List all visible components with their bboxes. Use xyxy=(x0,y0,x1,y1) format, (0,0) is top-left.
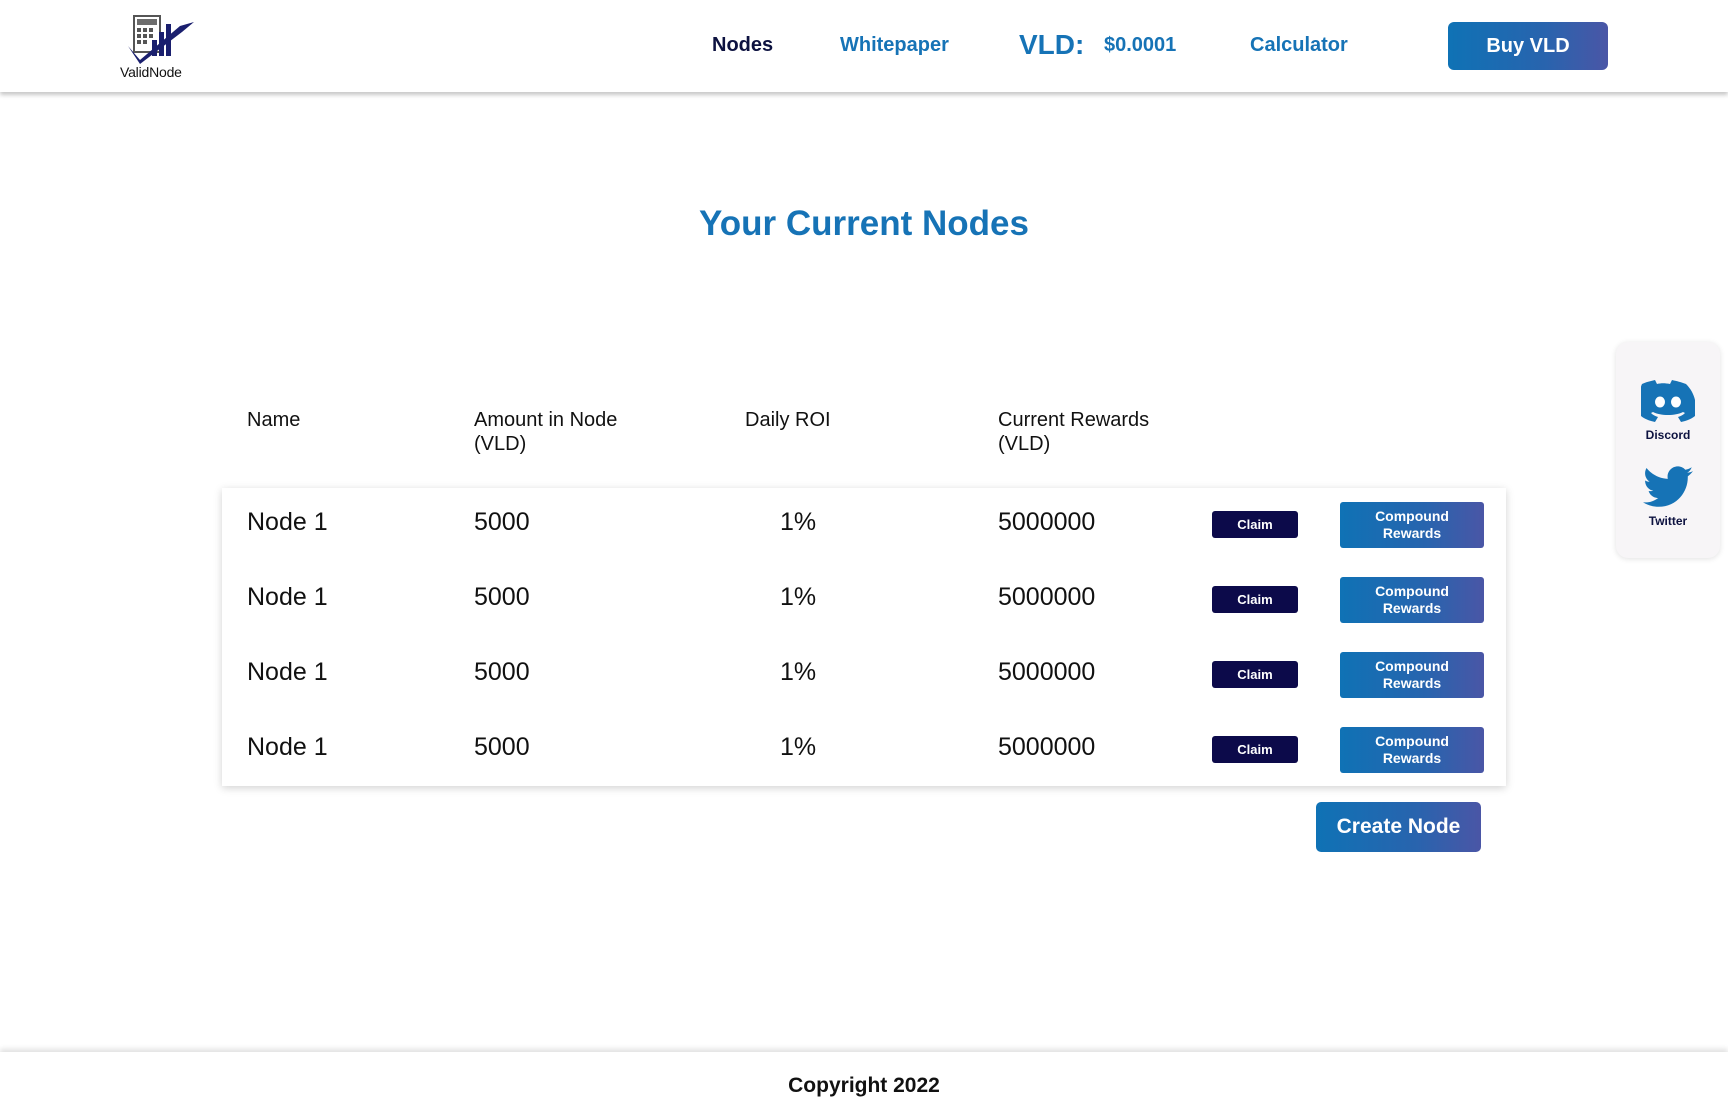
discord-link[interactable]: Discord xyxy=(1616,380,1720,442)
twitter-icon xyxy=(1643,466,1693,507)
node-rewards-cell: 5000000 xyxy=(998,658,1096,686)
column-header-amount-unit: (VLD) xyxy=(474,433,527,455)
calculator-chart-logo-icon xyxy=(128,15,194,64)
compound-rewards-button[interactable]: Compound Rewards xyxy=(1340,652,1484,698)
vld-price-value: $0.0001 xyxy=(1104,34,1177,56)
column-header-name-label: Name xyxy=(247,409,301,431)
footer: Copyright 2022 xyxy=(0,1052,1728,1117)
column-header-roi: Daily ROI xyxy=(745,408,831,432)
nav-whitepaper-link[interactable]: Whitepaper xyxy=(840,34,949,57)
node-name-cell: Node 1 xyxy=(247,583,328,611)
claim-button[interactable]: Claim xyxy=(1212,661,1298,688)
column-header-amount: Amount in Node (VLD) xyxy=(474,408,617,456)
node-amount-cell: 5000 xyxy=(474,583,530,611)
column-header-rewards-label: Current Rewards xyxy=(998,409,1150,431)
discord-label: Discord xyxy=(1645,428,1691,442)
claim-button[interactable]: Claim xyxy=(1212,586,1298,613)
node-amount-cell: 5000 xyxy=(474,658,530,686)
table-row: Node 1 5000 1% 5000000 Claim Compound Re… xyxy=(222,488,1506,563)
brand-logo[interactable]: ValidNode xyxy=(118,12,208,82)
node-roi-cell: 1% xyxy=(780,583,817,611)
create-node-button[interactable]: Create Node xyxy=(1316,802,1481,852)
page-title: Your Current Nodes xyxy=(699,204,1029,243)
claim-button[interactable]: Claim xyxy=(1212,736,1298,763)
column-header-amount-label: Amount in Node xyxy=(474,409,618,431)
nav-nodes-link[interactable]: Nodes xyxy=(712,34,773,57)
column-header-rewards-unit: (VLD) xyxy=(998,433,1051,455)
buy-vld-button[interactable]: Buy VLD xyxy=(1448,22,1608,70)
compound-rewards-button[interactable]: Compound Rewards xyxy=(1340,502,1484,548)
compound-rewards-button[interactable]: Compound Rewards xyxy=(1340,727,1484,773)
node-roi-cell: 1% xyxy=(780,658,817,686)
brand-name: ValidNode xyxy=(120,64,182,80)
column-header-roi-label: Daily ROI xyxy=(745,409,831,431)
node-amount-cell: 5000 xyxy=(474,508,530,536)
node-name-cell: Node 1 xyxy=(247,658,328,686)
nodes-table: Node 1 5000 1% 5000000 Claim Compound Re… xyxy=(222,488,1506,786)
vld-price-label: VLD: xyxy=(1019,29,1085,60)
twitter-label: Twitter xyxy=(1648,514,1688,528)
node-roi-cell: 1% xyxy=(780,508,817,536)
table-row: Node 1 5000 1% 5000000 Claim Compound Re… xyxy=(222,638,1506,713)
node-name-cell: Node 1 xyxy=(247,733,328,761)
node-rewards-cell: 5000000 xyxy=(998,508,1096,536)
node-rewards-cell: 5000000 xyxy=(998,583,1096,611)
twitter-link[interactable]: Twitter xyxy=(1616,466,1720,528)
nav-calculator-link[interactable]: Calculator xyxy=(1250,34,1348,57)
table-row: Node 1 5000 1% 5000000 Claim Compound Re… xyxy=(222,713,1506,788)
top-nav-bar: ValidNode Nodes Whitepaper VLD: $0.0001 … xyxy=(0,0,1728,92)
compound-rewards-button[interactable]: Compound Rewards xyxy=(1340,577,1484,623)
column-header-rewards: Current Rewards (VLD) xyxy=(998,408,1149,456)
node-rewards-cell: 5000000 xyxy=(998,733,1096,761)
claim-button[interactable]: Claim xyxy=(1212,511,1298,538)
node-name-cell: Node 1 xyxy=(247,508,328,536)
column-header-name: Name xyxy=(247,408,300,432)
copyright-text: Copyright 2022 xyxy=(788,1074,940,1097)
social-links-panel: Discord Twitter xyxy=(1616,342,1720,558)
node-roi-cell: 1% xyxy=(780,733,817,761)
discord-icon xyxy=(1638,380,1696,422)
table-row: Node 1 5000 1% 5000000 Claim Compound Re… xyxy=(222,563,1506,638)
node-amount-cell: 5000 xyxy=(474,733,530,761)
